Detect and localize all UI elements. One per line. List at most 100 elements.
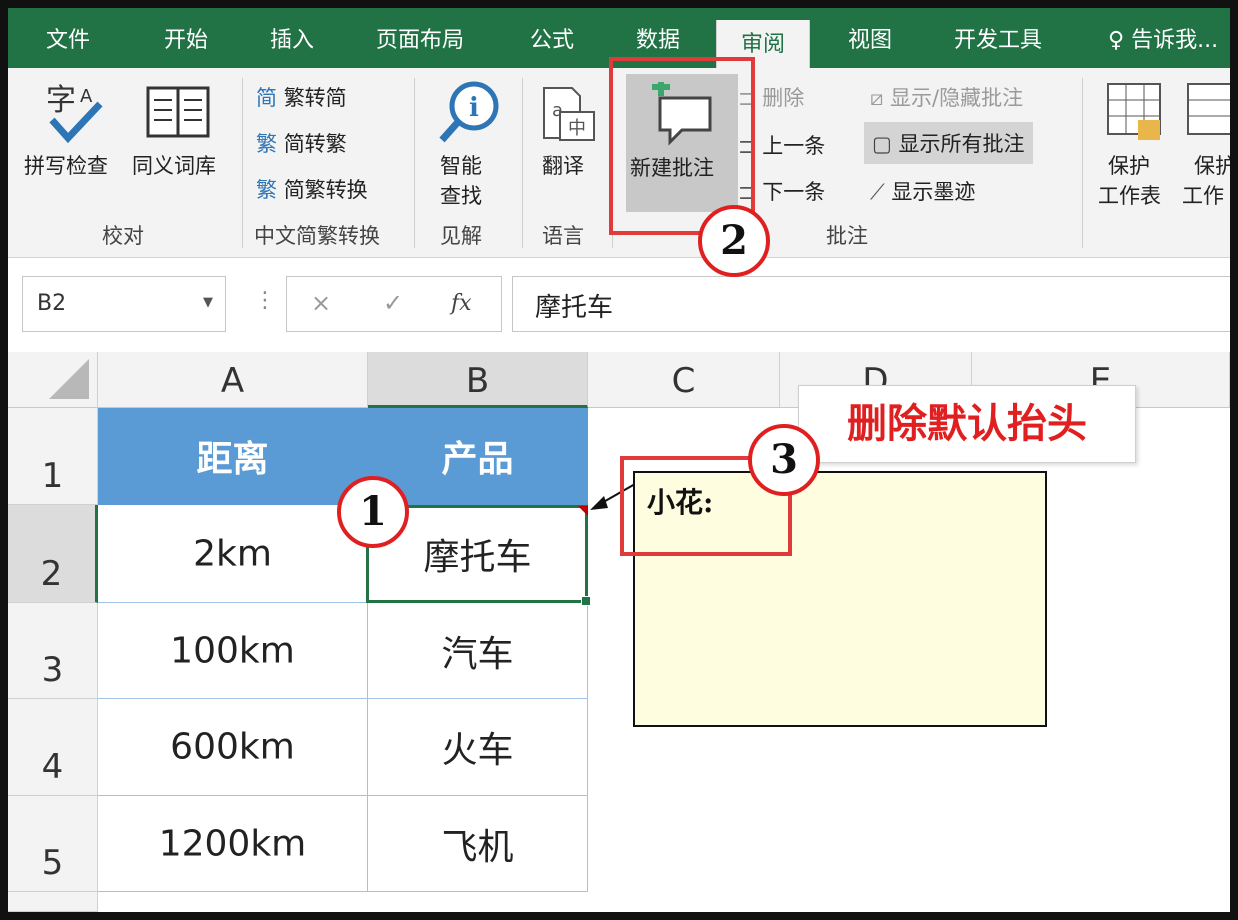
step-badge-1: 1 <box>337 476 409 548</box>
show-all-comments-icon: ▢ <box>872 132 892 156</box>
tab-formulas[interactable]: 公式 <box>530 22 574 54</box>
row-header-1[interactable]: 1 <box>8 408 98 505</box>
show-ink-icon: ⟋ <box>870 180 885 204</box>
fill-handle[interactable] <box>581 596 591 606</box>
cell-value: 1200km <box>158 823 307 864</box>
delete-comment-label: 删除 <box>762 86 805 110</box>
translate-button[interactable]: 翻译 <box>542 150 584 180</box>
group-label-chinese-conversion: 中文简繁转换 <box>254 224 380 248</box>
group-divider <box>1082 78 1083 248</box>
protect-workbook-label-2[interactable]: 工作 <box>1182 180 1224 210</box>
tell-me-search[interactable]: ♀ 告诉我... <box>1108 22 1218 54</box>
column-header-b[interactable]: B <box>368 352 588 408</box>
row-header-4[interactable]: 4 <box>8 699 98 796</box>
cell-value: 汽车 <box>441 633 514 675</box>
show-all-comments-label: 显示所有批注 <box>898 132 1025 156</box>
tell-me-label: 告诉我... <box>1131 28 1219 53</box>
group-label-language: 语言 <box>542 224 584 248</box>
table-cell[interactable]: 汽车 <box>368 603 588 699</box>
tab-insert[interactable]: 插入 <box>270 22 314 54</box>
cell-value: 600km <box>170 726 295 768</box>
table-cell[interactable]: 2km <box>98 505 368 603</box>
group-divider <box>242 78 243 248</box>
tab-data[interactable]: 数据 <box>636 22 680 54</box>
formula-input[interactable]: 摩托车 <box>512 276 1238 332</box>
table-cell[interactable]: 600km <box>98 699 368 796</box>
show-ink-button[interactable]: ⟋ 显示墨迹 <box>870 176 975 206</box>
row-header-5[interactable]: 5 <box>8 796 98 892</box>
row-header-6[interactable] <box>8 892 98 912</box>
cancel-icon[interactable]: × <box>311 289 331 317</box>
next-comment-label: 下一条 <box>762 180 826 204</box>
group-label-comments: 批注 <box>826 224 868 248</box>
protect-sheet-label-2[interactable]: 工作表 <box>1098 180 1161 210</box>
cell-value: 2km <box>193 533 272 574</box>
row-number: 4 <box>41 747 64 787</box>
svg-text:A: A <box>80 86 93 107</box>
formula-bar-resize-handle[interactable]: ⋮ <box>254 288 276 313</box>
table-cell[interactable]: 飞机 <box>368 796 588 892</box>
trad-to-simp-icon: 简 <box>256 86 277 110</box>
chinese-convert-icon: 繁 <box>256 178 277 202</box>
chevron-down-icon[interactable]: ▼ <box>203 295 213 310</box>
formula-buttons: × ✓ fx <box>286 276 502 332</box>
chinese-convert-label: 简繁转换 <box>283 178 368 202</box>
column-header-a[interactable]: A <box>98 352 368 408</box>
tab-developer[interactable]: 开发工具 <box>954 22 1042 54</box>
chinese-convert-button[interactable]: 繁 简繁转换 <box>256 174 368 204</box>
trad-to-simp-label: 繁转简 <box>283 86 347 110</box>
protect-workbook-icon <box>1187 83 1230 135</box>
tab-view[interactable]: 视图 <box>848 22 892 54</box>
header-distance: 距离 <box>196 439 269 480</box>
row-number: 5 <box>41 843 64 883</box>
table-cell[interactable]: 100km <box>98 603 368 699</box>
smart-lookup-label-1[interactable]: 智能 <box>440 150 482 180</box>
header-product: 产品 <box>441 439 514 480</box>
smart-lookup-icon: i <box>439 81 499 143</box>
show-ink-label: 显示墨迹 <box>891 180 976 204</box>
protect-sheet-label-1[interactable]: 保护 <box>1108 150 1150 180</box>
svg-text:i: i <box>469 93 479 123</box>
simp-to-trad-button[interactable]: 繁 简转繁 <box>256 128 347 158</box>
table-cell[interactable]: 火车 <box>368 699 588 796</box>
group-label-insights: 见解 <box>440 224 482 248</box>
enter-icon[interactable]: ✓ <box>383 289 403 317</box>
table-cell[interactable]: 1200km <box>98 796 368 892</box>
row-number: 1 <box>41 456 64 496</box>
simp-to-trad-icon: 繁 <box>256 132 277 156</box>
row-number: 2 <box>40 554 63 594</box>
translate-icon: a 中 <box>543 87 595 141</box>
trad-to-simp-button[interactable]: 简 繁转简 <box>256 82 347 112</box>
lightbulb-icon: ♀ <box>1108 28 1125 53</box>
smart-lookup-label-2[interactable]: 查找 <box>440 180 482 210</box>
group-divider <box>414 78 415 248</box>
name-box[interactable]: B2 ▼ <box>22 276 226 332</box>
cell-value: 火车 <box>441 730 514 771</box>
annotation-callout: 删除默认抬头 <box>798 385 1136 463</box>
name-box-value: B2 <box>37 291 67 316</box>
cell-value: 100km <box>170 630 295 671</box>
svg-text:字: 字 <box>46 83 76 118</box>
show-hide-comment-label: 显示/隐藏批注 <box>890 86 1024 110</box>
protect-workbook-label-1[interactable]: 保护 <box>1194 150 1236 180</box>
svg-text:中: 中 <box>568 118 586 139</box>
group-label-proofing: 校对 <box>102 224 144 248</box>
thesaurus-button[interactable]: 同义词库 <box>132 150 216 180</box>
protect-sheet-icon <box>1107 83 1161 140</box>
table-header-cell[interactable]: 距离 <box>98 408 368 505</box>
show-hide-comment-icon: ⧄ <box>870 86 884 110</box>
select-all-button[interactable] <box>8 352 98 408</box>
tab-home[interactable]: 开始 <box>164 22 208 54</box>
insert-function-icon[interactable]: fx <box>451 291 472 316</box>
previous-comment-label: 上一条 <box>762 134 826 158</box>
show-all-comments-button[interactable]: ▢ 显示所有批注 <box>864 122 1033 164</box>
thesaurus-icon <box>146 86 210 138</box>
simp-to-trad-label: 简转繁 <box>283 132 347 156</box>
row-header-3[interactable]: 3 <box>8 603 98 699</box>
row-header-2[interactable]: 2 <box>8 505 98 603</box>
column-header-c[interactable]: C <box>588 352 780 408</box>
spell-check-button[interactable]: 拼写检查 <box>24 150 108 180</box>
tab-page-layout[interactable]: 页面布局 <box>376 22 464 54</box>
show-hide-comment-button[interactable]: ⧄ 显示/隐藏批注 <box>870 82 1023 112</box>
tab-file[interactable]: 文件 <box>46 22 90 54</box>
